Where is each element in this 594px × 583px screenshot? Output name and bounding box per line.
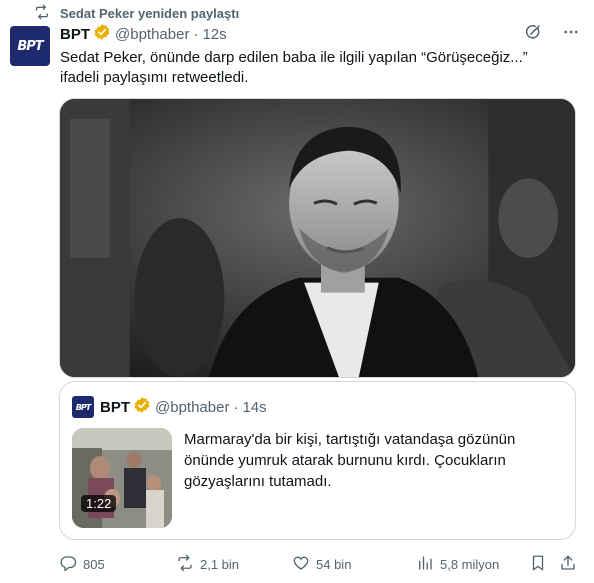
quoted-avatar-logo-text: BPT (75, 402, 91, 412)
video-thumbnail-image (72, 428, 172, 528)
heart-icon (292, 554, 310, 575)
retweet-button[interactable]: 2,1 bin (176, 554, 239, 575)
author-name[interactable]: BPT (60, 26, 90, 43)
quoted-tweet-time: 14s (242, 398, 267, 416)
grok-icon[interactable] (524, 23, 542, 45)
retweet-icon (176, 554, 194, 575)
separator-dot: · (193, 25, 199, 43)
views-bar-chart-icon (416, 554, 434, 575)
more-horizontal-icon[interactable] (562, 23, 580, 45)
reply-button[interactable]: 805 (59, 554, 105, 575)
share-icon (559, 554, 577, 575)
like-button[interactable]: 54 bin (292, 554, 351, 575)
quoted-author-handle: @bpthaber (155, 398, 230, 416)
quoted-author-name: BPT (100, 398, 130, 416)
retweet-count: 2,1 bin (200, 556, 240, 572)
video-duration: 1:22 (81, 495, 117, 512)
views-count: 5,8 milyon (440, 556, 500, 572)
quoted-avatar: BPT (72, 396, 94, 418)
tweet-header: BPT @bpthaber · 12s (60, 22, 580, 46)
avatar-logo-text: BPT (17, 38, 43, 54)
verified-badge-icon (90, 23, 115, 45)
author-handle[interactable]: @bpthaber (115, 26, 189, 43)
verified-badge-icon (130, 396, 155, 418)
quoted-video-thumbnail[interactable]: 1:22 (72, 428, 172, 528)
like-count: 54 bin (316, 556, 352, 572)
views-button[interactable]: 5,8 milyon (416, 554, 499, 575)
retweet-icon (34, 4, 50, 23)
share-button[interactable] (559, 554, 577, 575)
tweet-photo[interactable] (59, 98, 576, 378)
tweet-action-bar: 805 2,1 bin 54 bin 5,8 milyon (59, 553, 576, 575)
reply-icon (59, 554, 77, 575)
quoted-tweet[interactable]: BPT BPT @bpthaber · 14s 1:22 Marmaray'da… (59, 381, 576, 540)
bookmark-button[interactable] (529, 554, 547, 575)
quoted-separator-dot: · (233, 398, 239, 416)
retweet-notice[interactable]: Sedat Peker yeniden paylaştı (34, 4, 239, 23)
bookmark-icon (529, 554, 547, 575)
retweet-notice-text: Sedat Peker yeniden paylaştı (60, 6, 240, 21)
tweet-text: Sedat Peker, önünde darp edilen baba ile… (60, 49, 528, 86)
avatar[interactable]: BPT (10, 26, 50, 66)
quoted-tweet-header: BPT BPT @bpthaber · 14s (72, 396, 267, 418)
quoted-tweet-text: Marmaray'da bir kişi, tartıştığı vatanda… (184, 431, 516, 490)
reply-count: 805 (83, 556, 105, 572)
photo-image (60, 99, 575, 377)
tweet-time[interactable]: 12s (202, 26, 226, 43)
